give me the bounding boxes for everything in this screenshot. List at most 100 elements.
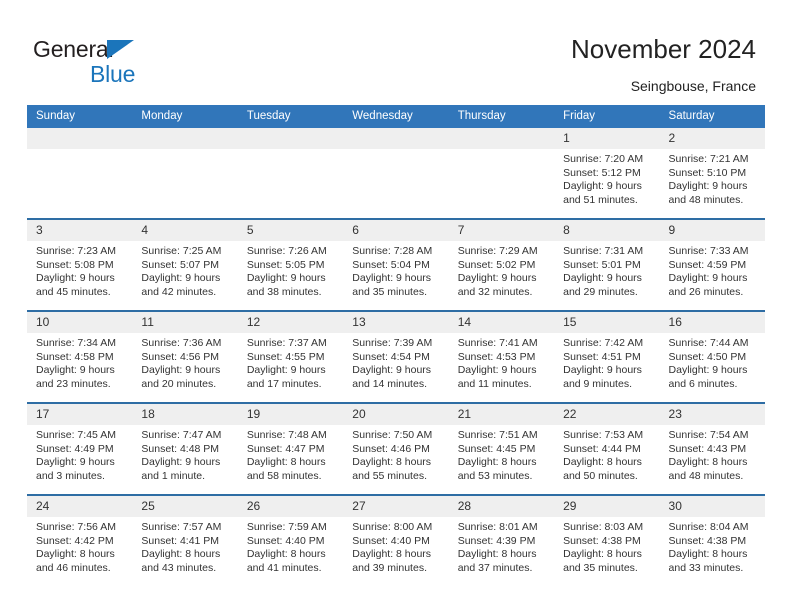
calendar-day-cell[interactable]: 14 Sunrise: 7:41 AM Sunset: 4:53 PM Dayligh… bbox=[448, 310, 555, 403]
calendar-day-cell[interactable]: 22 Sunrise: 7:53 AM Sunset: 4:44 PM Dayligh… bbox=[554, 402, 660, 495]
day-number: 8 bbox=[554, 220, 660, 241]
sunset-line: Sunset: 4:50 PM bbox=[668, 350, 747, 363]
day-cell-content: 7 Sunrise: 7:29 AM Sunset: 5:02 PM Daylight… bbox=[448, 220, 555, 310]
day-number: 21 bbox=[448, 404, 555, 425]
sunset-line: Sunset: 4:39 PM bbox=[457, 534, 536, 547]
daylight-line-2: and 48 minutes. bbox=[668, 469, 744, 482]
calendar-day-cell[interactable]: 27 Sunrise: 8:00 AM Sunset: 4:40 PM Dayligh… bbox=[343, 494, 449, 586]
calendar-day-cell[interactable]: 19 Sunrise: 7:48 AM Sunset: 4:47 PM Dayligh… bbox=[237, 402, 344, 495]
day-sun-info: Sunrise: 8:03 AM Sunset: 4:38 PM Daylight:… bbox=[554, 517, 659, 575]
day-sun-info: Sunrise: 7:26 AM Sunset: 5:05 PM Daylight:… bbox=[238, 241, 343, 299]
daylight-line-2: and 26 minutes. bbox=[668, 285, 744, 298]
daylight-line-1: Daylight: 8 hours bbox=[563, 456, 642, 469]
calendar-week-row: 10 Sunrise: 7:34 AM Sunset: 4:58 PM Dayligh… bbox=[27, 310, 765, 403]
daylight-line-2: and 43 minutes. bbox=[141, 561, 217, 574]
sunset-line: Sunset: 5:10 PM bbox=[668, 166, 747, 179]
calendar-day-cell[interactable]: 13 Sunrise: 7:39 AM Sunset: 4:54 PM Dayligh… bbox=[343, 310, 449, 403]
sunrise-line: Sunrise: 7:54 AM bbox=[668, 429, 749, 441]
daylight-line-2: and 35 minutes. bbox=[563, 561, 638, 574]
daylight-line-1: Daylight: 9 hours bbox=[141, 272, 221, 285]
day-cell-content bbox=[237, 128, 344, 218]
day-cell-content: 8 Sunrise: 7:31 AM Sunset: 5:01 PM Daylight… bbox=[554, 220, 660, 310]
day-number: 26 bbox=[237, 496, 344, 517]
calendar-day-cell[interactable]: 1 Sunrise: 7:20 AM Sunset: 5:12 PM Daylight… bbox=[554, 128, 660, 219]
day-cell-content: 12 Sunrise: 7:37 AM Sunset: 4:55 PM Dayligh… bbox=[237, 312, 344, 402]
calendar-day-cell[interactable]: 29 Sunrise: 8:03 AM Sunset: 4:38 PM Dayligh… bbox=[554, 494, 660, 586]
calendar-day-cell[interactable]: 26 Sunrise: 7:59 AM Sunset: 4:40 PM Dayligh… bbox=[237, 494, 344, 586]
weekday-header-friday: Friday bbox=[554, 105, 660, 128]
day-number: 27 bbox=[343, 496, 449, 517]
day-sun-info bbox=[343, 149, 448, 153]
day-sun-info: Sunrise: 7:36 AM Sunset: 4:56 PM Daylight:… bbox=[132, 333, 237, 391]
calendar-day-cell[interactable]: 17 Sunrise: 7:45 AM Sunset: 4:49 PM Dayligh… bbox=[27, 402, 133, 495]
page-masthead: General Blue November 2024 Seingbouse, F… bbox=[0, 0, 792, 104]
day-sun-info bbox=[238, 149, 343, 153]
day-cell-content: 26 Sunrise: 7:59 AM Sunset: 4:40 PM Dayligh… bbox=[237, 496, 344, 586]
calendar-day-cell[interactable]: 28 Sunrise: 8:01 AM Sunset: 4:39 PM Dayligh… bbox=[448, 494, 555, 586]
calendar-day-cell[interactable]: 11 Sunrise: 7:36 AM Sunset: 4:56 PM Dayligh… bbox=[132, 310, 238, 403]
daylight-line-2: and 35 minutes. bbox=[352, 285, 427, 298]
day-sun-info bbox=[132, 149, 237, 153]
day-cell-content: 4 Sunrise: 7:25 AM Sunset: 5:07 PM Daylight… bbox=[132, 220, 238, 310]
daylight-line-2: and 42 minutes. bbox=[141, 285, 217, 298]
general-blue-logo[interactable]: General Blue bbox=[33, 36, 213, 88]
day-sun-info: Sunrise: 7:20 AM Sunset: 5:12 PM Daylight:… bbox=[554, 149, 659, 207]
day-cell-content: 10 Sunrise: 7:34 AM Sunset: 4:58 PM Dayligh… bbox=[27, 312, 133, 402]
day-sun-info: Sunrise: 7:59 AM Sunset: 4:40 PM Daylight:… bbox=[238, 517, 343, 575]
calendar-day-cell[interactable]: 20 Sunrise: 7:50 AM Sunset: 4:46 PM Dayligh… bbox=[343, 402, 449, 495]
daylight-line-1: Daylight: 9 hours bbox=[668, 180, 748, 193]
daylight-line-1: Daylight: 8 hours bbox=[246, 548, 326, 561]
calendar-day-cell[interactable]: 15 Sunrise: 7:42 AM Sunset: 4:51 PM Dayligh… bbox=[554, 310, 660, 403]
day-cell-content: 23 Sunrise: 7:54 AM Sunset: 4:43 PM Dayligh… bbox=[659, 404, 765, 494]
day-number: 24 bbox=[27, 496, 133, 517]
day-cell-content: 1 Sunrise: 7:20 AM Sunset: 5:12 PM Daylight… bbox=[554, 128, 660, 218]
sunrise-line: Sunrise: 8:03 AM bbox=[563, 521, 644, 533]
calendar-day-cell[interactable]: 10 Sunrise: 7:34 AM Sunset: 4:58 PM Dayligh… bbox=[27, 310, 133, 403]
sunrise-line: Sunrise: 7:53 AM bbox=[563, 429, 644, 441]
calendar-empty-cell bbox=[237, 128, 344, 219]
day-number: 5 bbox=[237, 220, 344, 241]
daylight-line-1: Daylight: 8 hours bbox=[668, 548, 748, 561]
sunset-line: Sunset: 4:55 PM bbox=[246, 350, 325, 363]
calendar-day-cell[interactable]: 4 Sunrise: 7:25 AM Sunset: 5:07 PM Daylight… bbox=[132, 218, 238, 311]
calendar-day-cell[interactable]: 8 Sunrise: 7:31 AM Sunset: 5:01 PM Daylight… bbox=[554, 218, 660, 311]
day-sun-info bbox=[449, 149, 554, 153]
calendar-day-cell[interactable]: 12 Sunrise: 7:37 AM Sunset: 4:55 PM Dayligh… bbox=[237, 310, 344, 403]
calendar-day-cell[interactable]: 7 Sunrise: 7:29 AM Sunset: 5:02 PM Daylight… bbox=[448, 218, 555, 311]
calendar-day-cell[interactable]: 9 Sunrise: 7:33 AM Sunset: 4:59 PM Daylight… bbox=[659, 218, 765, 311]
daylight-line-2: and 29 minutes. bbox=[563, 285, 638, 298]
day-cell-content: 9 Sunrise: 7:33 AM Sunset: 4:59 PM Daylight… bbox=[659, 220, 765, 310]
sunrise-line: Sunrise: 7:42 AM bbox=[563, 337, 644, 349]
day-cell-content: 11 Sunrise: 7:36 AM Sunset: 4:56 PM Dayligh… bbox=[132, 312, 238, 402]
daylight-line-1: Daylight: 9 hours bbox=[352, 272, 432, 285]
calendar-day-cell[interactable]: 18 Sunrise: 7:47 AM Sunset: 4:48 PM Dayligh… bbox=[132, 402, 238, 495]
day-sun-info: Sunrise: 7:39 AM Sunset: 4:54 PM Daylight:… bbox=[343, 333, 448, 391]
daylight-line-1: Daylight: 9 hours bbox=[141, 364, 221, 377]
day-number: 18 bbox=[132, 404, 238, 425]
logo-text-blue: Blue bbox=[90, 61, 136, 87]
calendar-day-cell[interactable]: 30 Sunrise: 8:04 AM Sunset: 4:38 PM Dayligh… bbox=[659, 494, 765, 586]
sunset-line: Sunset: 4:59 PM bbox=[668, 258, 747, 271]
calendar-day-cell[interactable]: 3 Sunrise: 7:23 AM Sunset: 5:08 PM Daylight… bbox=[27, 218, 133, 311]
day-cell-content: 14 Sunrise: 7:41 AM Sunset: 4:53 PM Dayligh… bbox=[448, 312, 555, 402]
calendar-day-cell[interactable]: 5 Sunrise: 7:26 AM Sunset: 5:05 PM Daylight… bbox=[237, 218, 344, 311]
sunrise-line: Sunrise: 7:23 AM bbox=[36, 245, 116, 257]
calendar-day-cell[interactable]: 6 Sunrise: 7:28 AM Sunset: 5:04 PM Daylight… bbox=[343, 218, 449, 311]
calendar-day-cell[interactable]: 21 Sunrise: 7:51 AM Sunset: 4:45 PM Dayligh… bbox=[448, 402, 555, 495]
day-sun-info: Sunrise: 7:51 AM Sunset: 4:45 PM Daylight:… bbox=[449, 425, 554, 483]
sunset-line: Sunset: 5:04 PM bbox=[352, 258, 430, 271]
calendar-empty-cell bbox=[343, 128, 449, 219]
calendar-day-cell[interactable]: 2 Sunrise: 7:21 AM Sunset: 5:10 PM Daylight… bbox=[659, 128, 765, 219]
calendar-header-row: Sunday Monday Tuesday Wednesday Thursday Frid… bbox=[27, 105, 765, 128]
day-cell-content: 27 Sunrise: 8:00 AM Sunset: 4:40 PM Dayligh… bbox=[343, 496, 449, 586]
day-sun-info: Sunrise: 7:53 AM Sunset: 4:44 PM Daylight:… bbox=[554, 425, 659, 483]
calendar-day-cell[interactable]: 16 Sunrise: 7:44 AM Sunset: 4:50 PM Dayligh… bbox=[659, 310, 765, 403]
daylight-line-2: and 3 minutes. bbox=[36, 469, 105, 482]
sunset-line: Sunset: 4:43 PM bbox=[668, 442, 747, 455]
day-number: 25 bbox=[132, 496, 238, 517]
calendar-day-cell[interactable]: 24 Sunrise: 7:56 AM Sunset: 4:42 PM Dayligh… bbox=[27, 494, 133, 586]
calendar-day-cell[interactable]: 23 Sunrise: 7:54 AM Sunset: 4:43 PM Dayligh… bbox=[659, 402, 765, 495]
sunrise-line: Sunrise: 7:21 AM bbox=[668, 153, 749, 165]
day-sun-info: Sunrise: 7:42 AM Sunset: 4:51 PM Daylight:… bbox=[554, 333, 659, 391]
calendar-day-cell[interactable]: 25 Sunrise: 7:57 AM Sunset: 4:41 PM Dayligh… bbox=[132, 494, 238, 586]
